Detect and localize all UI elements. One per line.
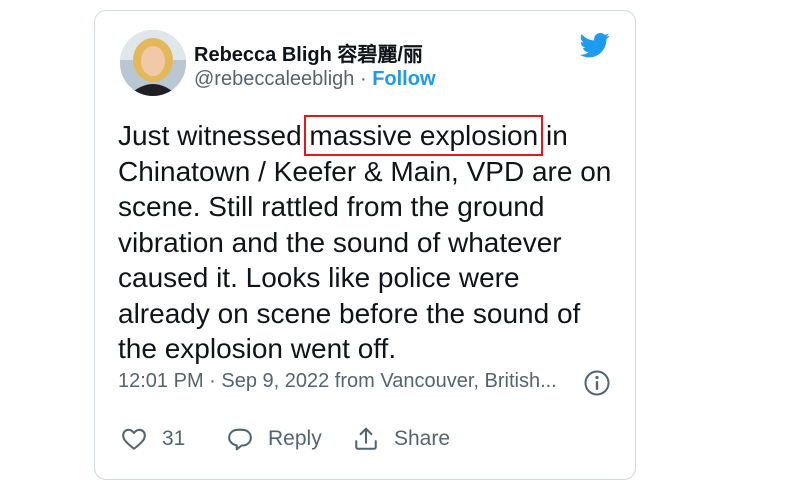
highlighted-phrase: massive explosion [304,115,544,156]
author-handle[interactable]: @rebeccaleebligh [194,68,354,90]
reply-bubble-icon [228,428,252,451]
like-count: 31 [162,427,186,450]
tweet-timestamp[interactable]: 12:01 PM · Sep 9, 2022 from Vancouver, B… [118,370,557,393]
share-label: Share [394,427,451,450]
twitter-bird-icon[interactable] [578,30,612,60]
tweet-text: Just witnessed massive explosion in Chin… [118,115,618,367]
heart-icon [122,428,146,450]
handle-separator: · [354,68,373,90]
author-avatar[interactable] [120,30,186,96]
tweet-text-rest: in Chinatown / Keefer & Main, VPD are on… [118,120,612,364]
reply-label: Reply [268,427,322,450]
tweet-text-start: Just witnessed [118,120,310,151]
reply-button[interactable]: Reply [226,426,322,452]
like-button[interactable]: 31 [120,426,185,452]
info-icon[interactable] [583,369,611,397]
share-icon [355,427,377,450]
follow-button[interactable]: Follow [372,68,435,90]
author-handle-row: @rebeccaleebligh · Follow [194,68,436,91]
author-display-name[interactable]: Rebecca Bligh 容碧麗/丽 [194,38,423,67]
share-button[interactable]: Share [352,426,450,452]
